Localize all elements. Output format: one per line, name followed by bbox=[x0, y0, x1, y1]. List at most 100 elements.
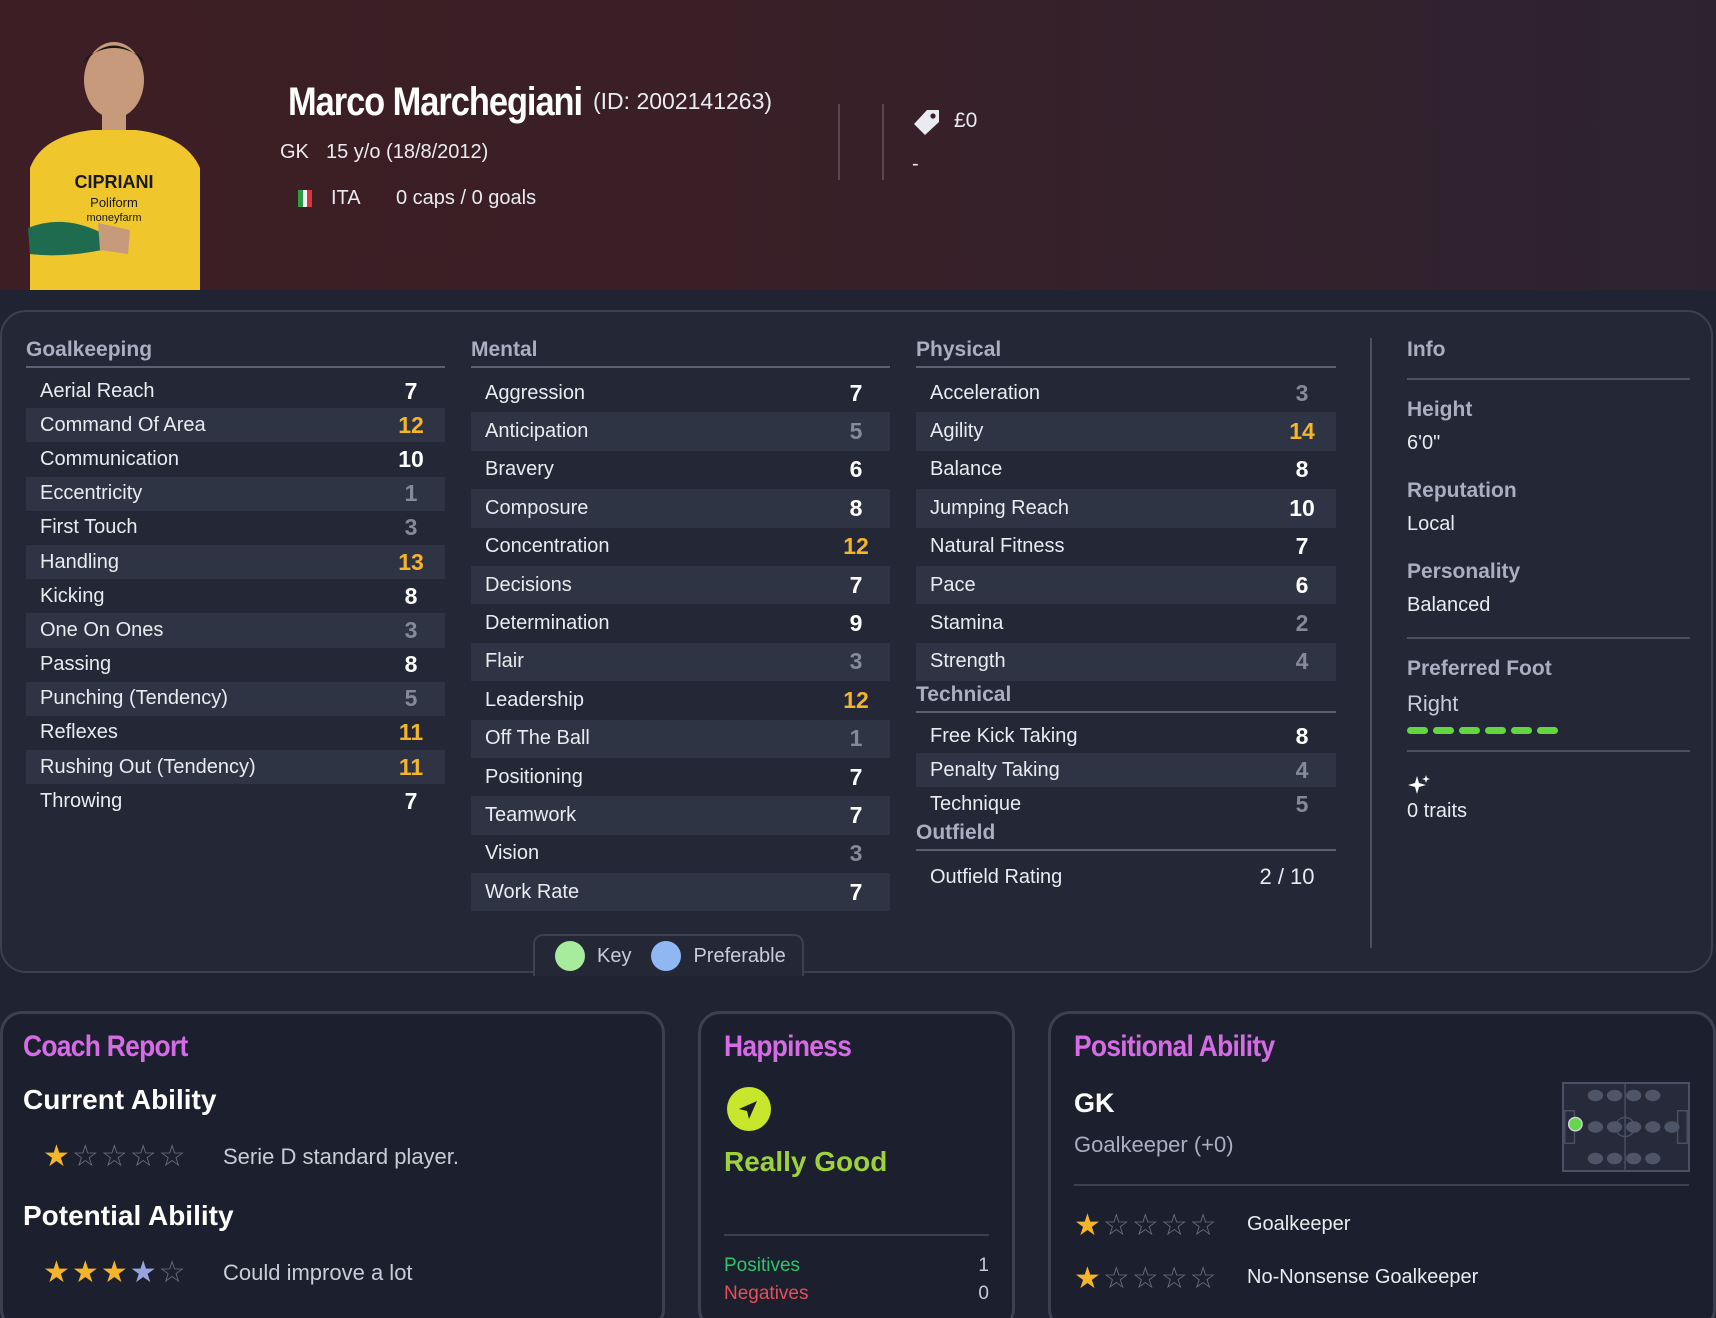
attribute-value: 12 bbox=[398, 411, 424, 438]
attribute-label: Throwing bbox=[40, 789, 123, 812]
attribute-row[interactable]: Stamina 2 bbox=[916, 604, 1336, 642]
attribute-row[interactable]: Determination 9 bbox=[471, 604, 890, 642]
attribute-row[interactable]: Aggression 7 bbox=[471, 374, 890, 412]
negatives-row[interactable]: Negatives 0 bbox=[724, 1283, 989, 1305]
attribute-row[interactable]: Reflexes 11 bbox=[26, 716, 445, 750]
attribute-row[interactable]: Decisions 7 bbox=[471, 565, 890, 605]
traits-count[interactable]: 0 traits bbox=[1407, 800, 1690, 823]
attribute-row[interactable]: Leadership 12 bbox=[471, 681, 890, 719]
attribute-row[interactable]: Vision 3 bbox=[471, 835, 890, 873]
pitch-map[interactable] bbox=[1562, 1082, 1690, 1172]
attribute-row[interactable]: Off The Ball 1 bbox=[471, 719, 890, 758]
positives-row[interactable]: Positives 1 bbox=[724, 1255, 989, 1277]
attribute-label: Free Kick Taking bbox=[930, 724, 1078, 747]
attribute-row[interactable]: Throwing 7 bbox=[26, 784, 445, 818]
attribute-value: 11 bbox=[398, 753, 424, 780]
attribute-row[interactable]: Pace 6 bbox=[916, 565, 1336, 605]
goalkeeping-column: Goalkeeping Aerial Reach 7 Command Of Area… bbox=[26, 338, 445, 818]
positional-ability-title: Positional Ability bbox=[1074, 1030, 1275, 1063]
attribute-row[interactable]: Bravery 6 bbox=[471, 451, 890, 489]
attribute-row[interactable]: Composure 8 bbox=[471, 489, 890, 528]
mental-list: Aggression 7 Anticipation 5 Bravery 6 Composur… bbox=[471, 374, 890, 912]
attribute-value: 10 bbox=[398, 445, 424, 472]
attribute-row[interactable]: First Touch 3 bbox=[26, 511, 445, 545]
attribute-row[interactable]: Communication 10 bbox=[26, 442, 445, 476]
attribute-label: Agility bbox=[930, 420, 984, 443]
attribute-row[interactable]: Kicking 8 bbox=[26, 579, 445, 613]
outfield-rating-value: 2 / 10 bbox=[1259, 864, 1315, 890]
attribute-value: 7 bbox=[849, 801, 863, 828]
empty-star-icon: ☆ bbox=[1160, 1209, 1188, 1242]
attribute-row[interactable]: Natural Fitness 7 bbox=[916, 528, 1336, 566]
attribute-row[interactable]: Acceleration 3 bbox=[916, 374, 1336, 412]
attribute-row[interactable]: Teamwork 7 bbox=[471, 796, 890, 835]
sparkle-icon bbox=[1408, 775, 1430, 794]
potential-ability-label: Potential Ability bbox=[23, 1200, 234, 1231]
star-icon: ★ bbox=[129, 1256, 157, 1289]
attribute-row[interactable]: One On Ones 3 bbox=[26, 613, 445, 648]
attribute-value: 8 bbox=[849, 494, 863, 521]
current-ability-text: Serie D standard player. bbox=[223, 1144, 460, 1169]
attribute-value: 3 bbox=[404, 616, 418, 643]
attribute-value: 7 bbox=[1295, 533, 1309, 560]
attribute-row[interactable]: Eccentricity 1 bbox=[26, 476, 445, 511]
happiness-title: Happiness bbox=[724, 1030, 852, 1063]
outfield-title: Outfield bbox=[916, 821, 1336, 852]
attribute-value: 10 bbox=[1289, 494, 1315, 521]
star-icon: ★ bbox=[43, 1256, 70, 1289]
attribute-row[interactable]: Rushing Out (Tendency) 11 bbox=[26, 750, 445, 785]
current-ability-stars: ★ ☆ ☆ ☆ ☆ bbox=[43, 1142, 186, 1172]
positives-count: 1 bbox=[978, 1255, 989, 1276]
attribute-label: Positioning bbox=[485, 765, 583, 788]
attribute-row[interactable]: Passing 8 bbox=[26, 648, 445, 682]
technical-list: Free Kick Taking 8 Penalty Taking 4 Techniqu… bbox=[916, 719, 1336, 821]
attribute-row[interactable]: Flair 3 bbox=[471, 642, 890, 682]
attribute-value: 2 bbox=[1295, 610, 1309, 637]
attribute-value: 7 bbox=[404, 377, 418, 404]
attribute-value: 14 bbox=[1289, 418, 1315, 445]
attribute-label: First Touch bbox=[40, 516, 138, 539]
attribute-label: Pace bbox=[930, 573, 976, 596]
attribute-label: Teamwork bbox=[485, 803, 577, 826]
attribute-label: Strength bbox=[930, 650, 1006, 673]
role-stars: ★ ☆ ☆ ☆ ☆ bbox=[1074, 1211, 1217, 1241]
attribute-row[interactable]: Jumping Reach 10 bbox=[916, 489, 1336, 528]
attribute-row[interactable]: Balance 8 bbox=[916, 451, 1336, 489]
attribute-row[interactable]: Aerial Reach 7 bbox=[26, 374, 445, 408]
attribute-row[interactable]: Anticipation 5 bbox=[471, 412, 890, 451]
attribute-label: Eccentricity bbox=[40, 482, 143, 505]
personality-label: Personality bbox=[1407, 560, 1521, 583]
attribute-label: Aggression bbox=[485, 381, 586, 404]
attribute-value: 1 bbox=[849, 725, 863, 752]
empty-star-icon: ☆ bbox=[158, 1256, 186, 1289]
empty-star-icon: ☆ bbox=[1131, 1209, 1159, 1242]
empty-star-icon: ☆ bbox=[1102, 1209, 1130, 1242]
happiness-status: Really Good bbox=[724, 1146, 888, 1177]
outfield-list: Outfield Rating 2 / 10 bbox=[916, 857, 1336, 897]
attribute-row[interactable]: Work Rate 7 bbox=[471, 873, 890, 912]
attribute-row[interactable]: Strength 4 bbox=[916, 642, 1336, 682]
attribute-label: Stamina bbox=[930, 612, 1004, 635]
attribute-label: Passing bbox=[40, 653, 112, 676]
goalkeeping-list: Aerial Reach 7 Command Of Area 12 Communicat… bbox=[26, 374, 445, 818]
attribute-row[interactable]: Penalty Taking 4 bbox=[916, 753, 1336, 788]
attribute-row[interactable]: Concentration 12 bbox=[471, 528, 890, 566]
attribute-label: Flair bbox=[485, 650, 524, 673]
empty-star-icon: ☆ bbox=[100, 1140, 128, 1173]
attribute-value: 6 bbox=[849, 456, 863, 483]
attribute-row[interactable]: Command Of Area 12 bbox=[26, 408, 445, 443]
attribute-row[interactable]: Free Kick Taking 8 bbox=[916, 719, 1336, 753]
coach-report-title: Coach Report bbox=[23, 1030, 188, 1063]
attribute-value: 4 bbox=[1295, 756, 1309, 783]
attribute-value: 5 bbox=[1295, 790, 1309, 817]
role-name: Goalkeeper bbox=[1247, 1213, 1351, 1235]
attribute-row[interactable]: Agility 14 bbox=[916, 412, 1336, 451]
empty-star-icon: ☆ bbox=[1102, 1262, 1130, 1295]
attribute-row[interactable]: Technique 5 bbox=[916, 787, 1336, 821]
role-name: No-Nonsense Goalkeeper bbox=[1247, 1266, 1479, 1288]
attribute-row[interactable]: Positioning 7 bbox=[471, 758, 890, 796]
empty-star-icon: ☆ bbox=[1131, 1262, 1159, 1295]
attribute-row[interactable]: Handling 13 bbox=[26, 544, 445, 580]
attribute-row[interactable]: Punching (Tendency) 5 bbox=[26, 681, 445, 716]
attribute-label: Determination bbox=[485, 612, 610, 635]
